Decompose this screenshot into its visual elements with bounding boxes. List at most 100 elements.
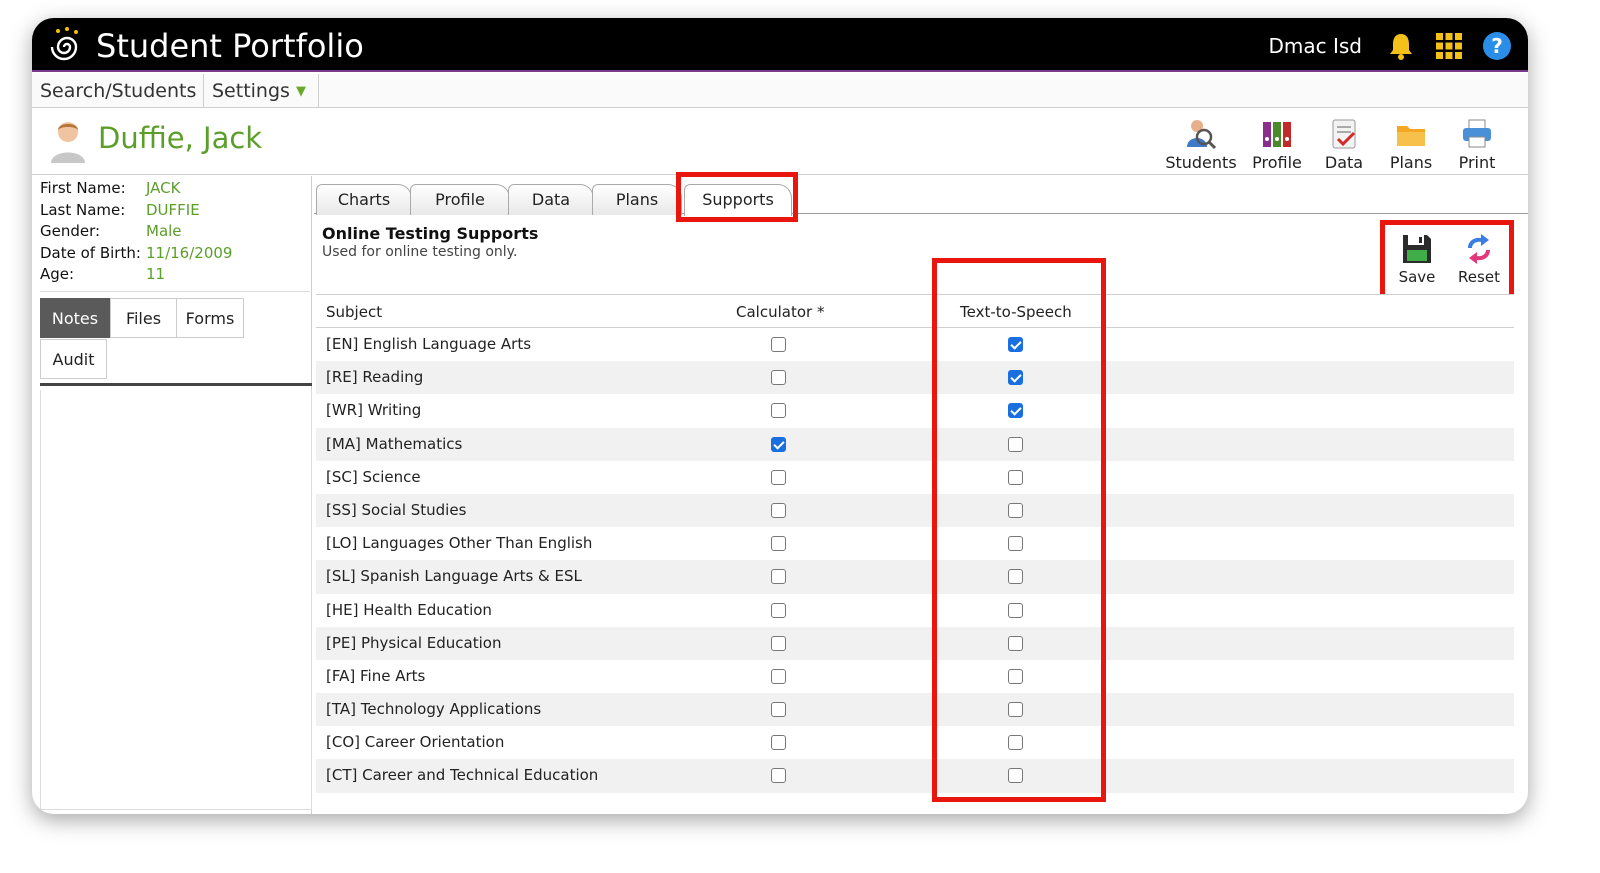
subject-cell: [CT] Career and Technical Education bbox=[326, 766, 599, 785]
calculator-checkbox[interactable] bbox=[771, 337, 786, 352]
menu-bar: Search/Students Settings ▼ bbox=[32, 74, 1528, 108]
student-header: Duffie, Jack Students Profile Data Plans… bbox=[32, 109, 1528, 175]
tab-plans[interactable]: Plans bbox=[592, 184, 682, 215]
text-to-speech-highlight bbox=[932, 258, 1106, 802]
actions-highlight bbox=[1380, 220, 1514, 302]
subject-cell: [SL] Spanish Language Arts & ESL bbox=[326, 567, 582, 586]
menu-search-students[interactable]: Search/Students bbox=[32, 74, 204, 108]
menu-search-students-label: Search/Students bbox=[40, 80, 197, 102]
header-calculator: Calculator * bbox=[736, 303, 825, 321]
table-row: [LO] Languages Other Than English bbox=[316, 527, 1514, 560]
table-row: [MA] Mathematics bbox=[316, 427, 1514, 461]
subject-cell: [RE] Reading bbox=[326, 368, 424, 387]
subject-cell: [PE] Physical Education bbox=[326, 633, 502, 652]
calculator-checkbox[interactable] bbox=[771, 668, 786, 684]
info-row-age: Age: 11 bbox=[40, 264, 310, 286]
supports-table: Subject Calculator * Text-to-Speech [EN]… bbox=[316, 294, 1514, 793]
data-checklist-icon bbox=[1332, 119, 1356, 149]
help-icon[interactable]: ? bbox=[1482, 31, 1512, 61]
info-value: 11/16/2009 bbox=[146, 243, 233, 262]
print-toolbar-label: Print bbox=[1458, 153, 1496, 172]
calculator-checkbox[interactable] bbox=[771, 702, 786, 718]
info-label: Last Name: bbox=[40, 200, 126, 219]
bell-icon[interactable] bbox=[1386, 31, 1416, 61]
info-label: Date of Birth: bbox=[40, 243, 141, 262]
subject-cell: [EN] English Language Arts bbox=[326, 335, 532, 353]
table-row: [TA] Technology Applications bbox=[316, 693, 1514, 727]
profile-binders-icon bbox=[1263, 122, 1291, 147]
students-search-icon bbox=[1187, 120, 1217, 150]
tab-data[interactable]: Data bbox=[508, 184, 594, 215]
plans-toolbar-label: Plans bbox=[1389, 153, 1433, 172]
calculator-checkbox[interactable] bbox=[771, 602, 786, 618]
calculator-checkbox[interactable] bbox=[771, 768, 786, 784]
svg-text:?: ? bbox=[1491, 34, 1503, 58]
info-value: Male bbox=[146, 222, 182, 240]
subject-cell: [MA] Mathematics bbox=[326, 434, 463, 453]
info-value: JACK bbox=[146, 179, 181, 197]
data-toolbar-label: Data bbox=[1324, 153, 1364, 172]
info-row-last-name: Last Name: DUFFIE bbox=[40, 200, 310, 222]
table-row: [FA] Fine Arts bbox=[316, 660, 1514, 693]
tab-profile[interactable]: Profile bbox=[410, 184, 510, 215]
table-row: [HE] Health Education bbox=[316, 594, 1514, 627]
calculator-checkbox[interactable] bbox=[771, 536, 786, 552]
calculator-checkbox[interactable] bbox=[771, 403, 786, 419]
plans-folder-icon bbox=[1397, 126, 1425, 146]
table-row: [PE] Physical Education bbox=[316, 626, 1514, 660]
calculator-checkbox[interactable] bbox=[771, 436, 786, 452]
subject-cell: [HE] Health Education bbox=[326, 600, 492, 619]
subject-cell: [FA] Fine Arts bbox=[326, 666, 426, 685]
info-value: DUFFIE bbox=[146, 200, 200, 219]
menu-settings-label: Settings bbox=[212, 80, 290, 102]
side-tab-notes[interactable]: Notes bbox=[40, 298, 110, 338]
info-row-gender: Gender: Male bbox=[40, 221, 310, 243]
side-tab-forms[interactable]: Forms bbox=[176, 298, 244, 338]
info-row-first-name: First Name: JACK bbox=[40, 178, 310, 200]
section-title: Online Testing Supports bbox=[322, 224, 539, 243]
calculator-checkbox[interactable] bbox=[771, 569, 786, 585]
calculator-checkbox[interactable] bbox=[771, 370, 786, 386]
tab-bar: Charts Profile Data Plans Supports bbox=[314, 178, 1528, 216]
table-row: [SC] Science bbox=[316, 461, 1514, 494]
student-name: Duffie, Jack bbox=[98, 121, 263, 155]
apps-grid-icon[interactable] bbox=[1434, 31, 1464, 61]
calculator-checkbox[interactable] bbox=[771, 502, 786, 518]
app-logo-icon bbox=[50, 27, 78, 61]
table-row: [CT] Career and Technical Education bbox=[316, 759, 1514, 793]
subject-cell: [SS] Social Studies bbox=[326, 500, 467, 519]
table-row: [RE] Reading bbox=[316, 361, 1514, 395]
print-toolbar-button[interactable]: Print bbox=[1438, 117, 1516, 172]
table-header: Subject Calculator * Text-to-Speech bbox=[316, 294, 1514, 328]
table-row: [SL] Spanish Language Arts & ESL bbox=[316, 560, 1514, 594]
tab-charts[interactable]: Charts bbox=[316, 184, 412, 215]
info-value: 11 bbox=[146, 265, 166, 283]
chevron-down-icon: ▼ bbox=[295, 84, 306, 99]
info-row-dob: Date of Birth: 11/16/2009 bbox=[40, 243, 310, 265]
subject-cell: [SC] Science bbox=[326, 467, 421, 486]
subject-cell: [CO] Career Orientation bbox=[326, 733, 505, 752]
table-row: [CO] Career Orientation bbox=[316, 726, 1514, 759]
calculator-checkbox[interactable] bbox=[771, 635, 786, 651]
calculator-checkbox[interactable] bbox=[771, 469, 786, 485]
subject-cell: [LO] Languages Other Than English bbox=[326, 534, 593, 553]
main-panel: Charts Profile Data Plans Supports Onlin… bbox=[314, 172, 1528, 814]
table-row: [SS] Social Studies bbox=[316, 493, 1514, 528]
side-tabs: Notes Files Forms Audit bbox=[40, 298, 312, 386]
menu-settings[interactable]: Settings ▼ bbox=[204, 74, 319, 108]
student-info-box: First Name: JACK Last Name: DUFFIE Gender:… bbox=[40, 178, 310, 292]
district-name[interactable]: Dmac Isd bbox=[1268, 33, 1362, 59]
section-subtitle: Used for online testing only. bbox=[322, 244, 518, 260]
supports-tab-highlight bbox=[676, 172, 798, 222]
student-avatar-icon bbox=[51, 122, 85, 163]
side-tab-files[interactable]: Files bbox=[110, 298, 177, 338]
table-row: [EN] English Language Arts bbox=[316, 328, 1514, 361]
app-window: Student Portfolio Dmac Isd ? Search/Stud… bbox=[32, 18, 1528, 814]
subject-cell: [WR] Writing bbox=[326, 401, 422, 420]
students-toolbar-button[interactable]: Students bbox=[1162, 117, 1240, 172]
table-row: [WR] Writing bbox=[316, 394, 1514, 427]
calculator-checkbox[interactable] bbox=[771, 735, 786, 751]
info-label: Gender: bbox=[40, 222, 101, 240]
header-subject: Subject bbox=[326, 303, 383, 321]
side-tab-audit[interactable]: Audit bbox=[40, 339, 107, 379]
